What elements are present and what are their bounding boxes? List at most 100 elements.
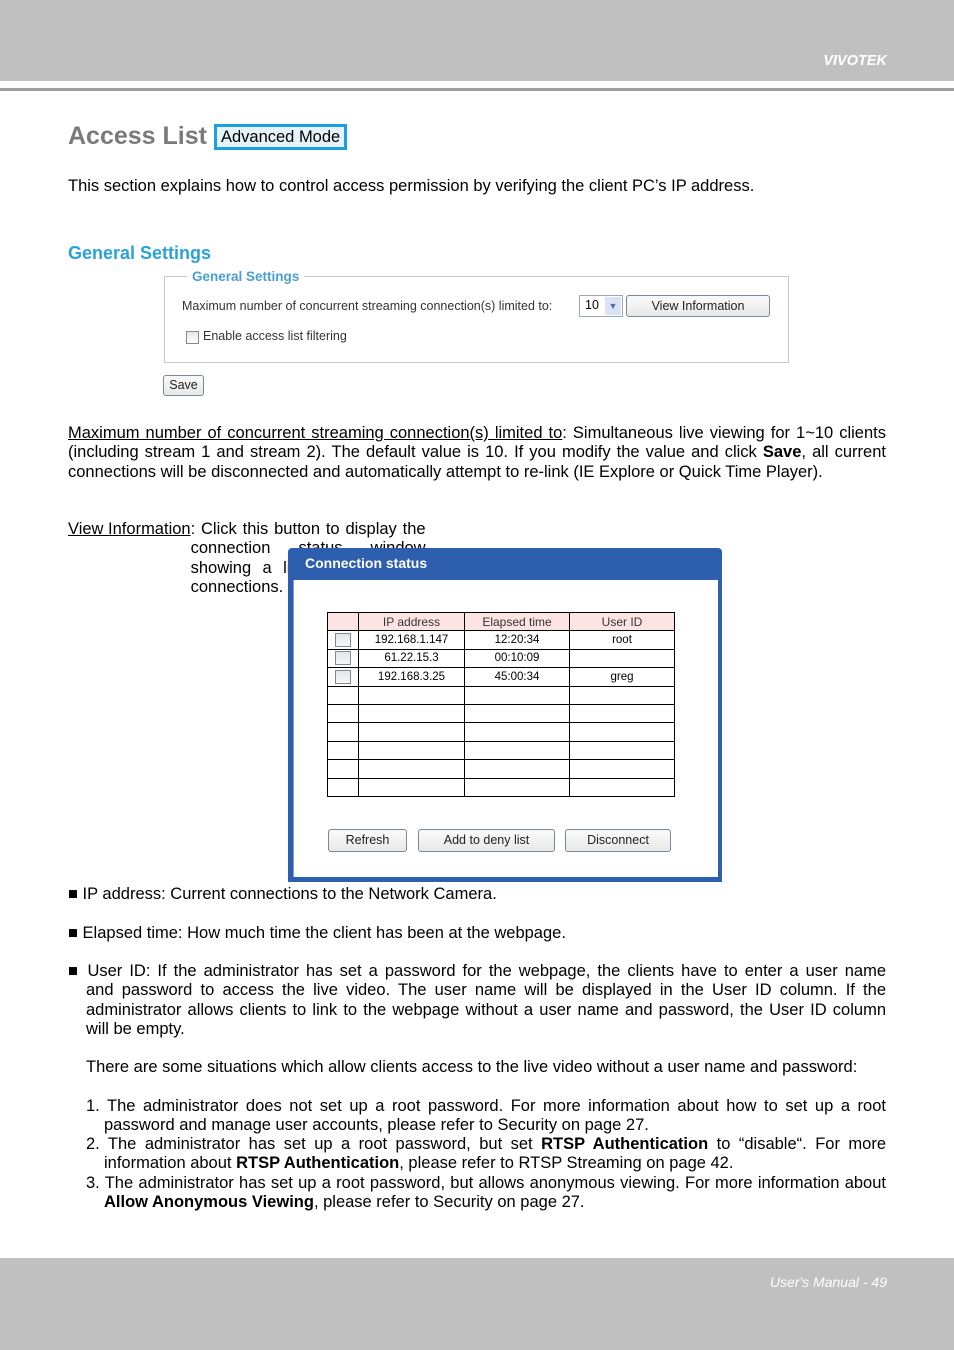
elapsed-cell <box>464 685 570 705</box>
table-row <box>327 685 675 705</box>
advanced-mode-badge: Advanced Mode <box>213 123 348 150</box>
row-checkbox[interactable] <box>335 669 351 684</box>
table-row: 61.22.15.3 00:10:09 <box>327 648 675 669</box>
ip-cell: 192.168.3.25 <box>358 667 465 687</box>
page-title: Access List <box>68 122 207 150</box>
col-header-elapsed: Elapsed time <box>464 611 570 632</box>
term-view-information: View Information <box>68 520 191 538</box>
text: , please refer to Security on page 27. <box>313 1193 585 1212</box>
elapsed-cell <box>464 722 570 742</box>
bold-save: Save <box>762 443 802 462</box>
elapsed-cell <box>464 759 570 779</box>
elapsed-cell: 45:00:34 <box>464 667 570 687</box>
save-button[interactable]: Save <box>163 375 204 396</box>
text: 3. The administrator has set up a root p… <box>86 1174 886 1192</box>
user-id-cell <box>569 722 675 742</box>
elapsed-cell <box>464 777 570 797</box>
user-id-cell <box>569 740 675 761</box>
user-id-cell <box>569 648 675 669</box>
term-max-connections: Maximum number of concurrent streaming c… <box>68 424 563 442</box>
table-row <box>327 777 675 797</box>
situation-item-1: 1. The administrator does not set up a r… <box>86 1097 886 1135</box>
max-connections-paragraph: Maximum number of concurrent streaming c… <box>68 424 886 482</box>
row-select-cell <box>327 740 359 761</box>
table-row <box>327 759 675 779</box>
elapsed-cell: 12:20:34 <box>464 630 570 650</box>
max-connections-label: Maximum number of concurrent streaming c… <box>182 299 553 313</box>
connection-status-window: Connection status IP address Elapsed tim… <box>288 548 722 882</box>
ip-cell: 61.22.15.3 <box>358 648 465 669</box>
chevron-down-icon[interactable]: ▼ <box>605 297 621 315</box>
brand-logo: VIVOTEK <box>823 53 887 69</box>
window-title: Connection status <box>305 555 428 571</box>
row-select-cell <box>327 648 359 669</box>
ip-cell <box>358 777 465 797</box>
intro-paragraph: This section explains how to control acc… <box>68 177 755 195</box>
title-row: Access List Advanced Mode <box>68 122 348 151</box>
panel-legend: General Settings <box>187 269 305 284</box>
bullet-ip-address: ■ IP address: Current connections to the… <box>68 885 497 903</box>
bold-anonymous-viewing: Allow Anonymous Viewing <box>104 1193 314 1212</box>
table-row: 192.168.3.25 45:00:34 greg <box>327 667 675 687</box>
row-checkbox[interactable] <box>335 633 351 648</box>
bullet-rest: and password to access the live video. T… <box>86 981 886 1038</box>
user-id-cell <box>569 777 675 797</box>
situation-item-3: 3. The administrator has set up a root p… <box>86 1174 886 1213</box>
ip-cell <box>358 759 465 779</box>
ip-cell <box>358 703 465 724</box>
bold-rtsp-auth: RTSP Authentication <box>236 1154 400 1173</box>
view-information-button[interactable]: View Information <box>626 295 770 317</box>
bullet-lead: ■ User ID: If the administrator has set … <box>68 962 886 980</box>
table-row: 192.168.1.147 12:20:34 root <box>327 630 675 650</box>
elapsed-cell <box>464 740 570 761</box>
ip-cell: 192.168.1.147 <box>358 630 465 650</box>
table-row <box>327 722 675 742</box>
row-select-cell <box>327 759 359 779</box>
max-connections-select[interactable]: 10 ▼ <box>579 295 623 317</box>
col-header-select <box>327 611 359 632</box>
table-header-row: IP address Elapsed time User ID <box>327 611 675 632</box>
row-select-cell <box>327 703 359 724</box>
text: 2. The administrator has set up a root p… <box>86 1135 542 1153</box>
refresh-button[interactable]: Refresh <box>328 829 407 852</box>
window-body: IP address Elapsed time User ID 192.168.… <box>293 580 718 877</box>
bullet-user-id: ■ User ID: If the administrator has set … <box>68 962 886 1039</box>
user-id-cell <box>569 759 675 779</box>
user-id-cell: root <box>569 630 675 650</box>
situations-intro: There are some situations which allow cl… <box>86 1058 858 1076</box>
elapsed-cell <box>464 703 570 724</box>
ip-cell <box>358 740 465 761</box>
page-footer: User's Manual - 49 <box>0 1258 954 1350</box>
page-number: User's Manual - 49 <box>769 1274 887 1290</box>
elapsed-cell: 00:10:09 <box>464 648 570 669</box>
situation-item-2: 2. The administrator has set up a root p… <box>86 1135 886 1174</box>
add-to-deny-list-button[interactable]: Add to deny list <box>418 829 555 852</box>
user-id-cell <box>569 685 675 705</box>
row-select-cell <box>327 667 359 687</box>
ip-cell <box>358 685 465 705</box>
col-header-ip: IP address <box>358 611 465 632</box>
table-row <box>327 740 675 761</box>
disconnect-button[interactable]: Disconnect <box>565 829 671 852</box>
user-id-cell <box>569 703 675 724</box>
enable-access-list-checkbox[interactable] <box>186 331 199 344</box>
row-select-cell <box>327 722 359 742</box>
row-select-cell <box>327 630 359 650</box>
header-divider <box>0 88 954 91</box>
enable-access-list-label: Enable access list filtering <box>203 329 347 343</box>
page-header: VIVOTEK <box>0 0 954 81</box>
col-header-user: User ID <box>569 611 675 632</box>
row-select-cell <box>327 685 359 705</box>
user-id-cell: greg <box>569 667 675 687</box>
table-row <box>327 703 675 724</box>
row-select-cell <box>327 777 359 797</box>
text: , please refer to RTSP Streaming on page… <box>399 1154 734 1173</box>
row-checkbox[interactable] <box>335 651 351 666</box>
bullet-elapsed-time: ■ Elapsed time: How much time the client… <box>68 924 566 942</box>
ip-cell <box>358 722 465 742</box>
connections-table: IP address Elapsed time User ID 192.168.… <box>327 611 675 797</box>
select-value: 10 <box>585 298 599 312</box>
section-heading-general-settings: General Settings <box>68 243 212 263</box>
bold-rtsp-auth: RTSP Authentication <box>541 1135 709 1153</box>
general-settings-panel: General Settings Maximum number of concu… <box>164 269 789 363</box>
